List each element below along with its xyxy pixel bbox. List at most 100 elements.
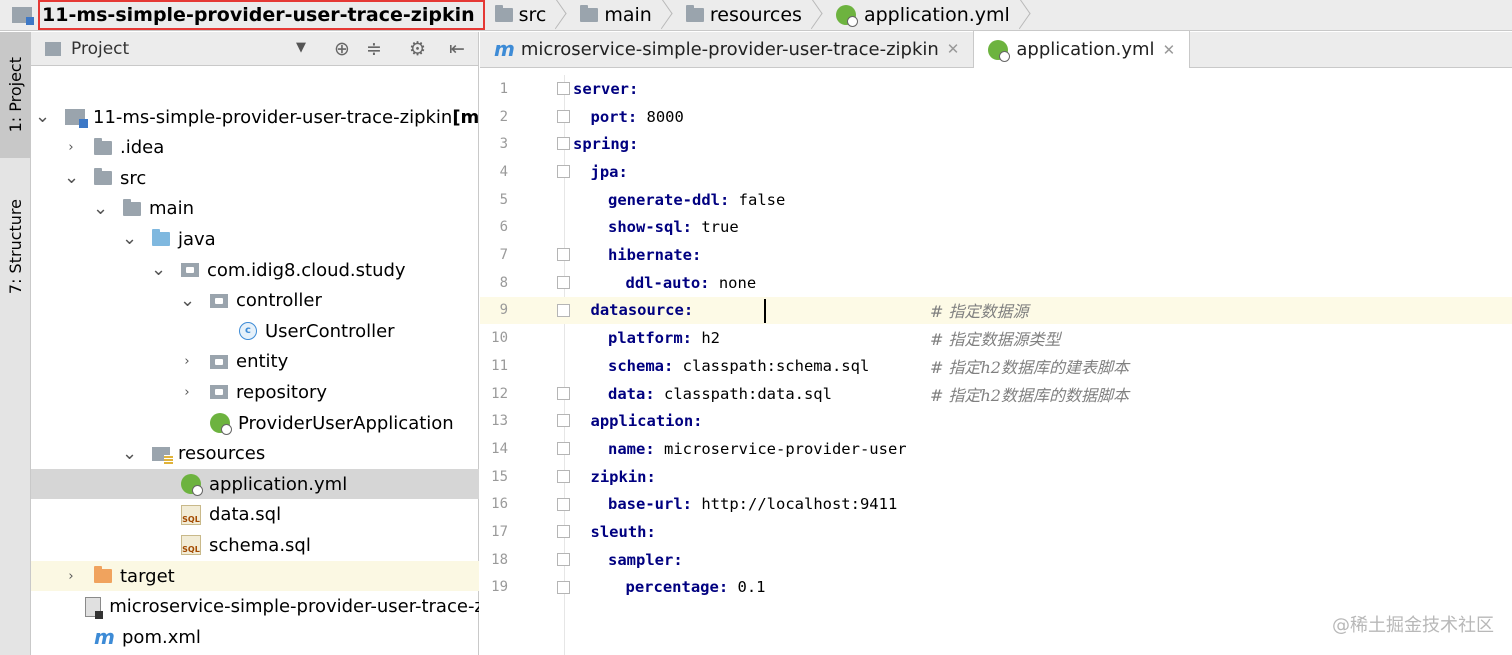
tree-item[interactable]: ⌄ java [31,224,479,254]
fold-marker-icon[interactable] [557,137,570,151]
tree-item[interactable]: ›application.yml [31,469,479,500]
tree-item[interactable]: › target [31,561,479,591]
chevron-down-icon[interactable]: ⌄ [122,230,137,248]
close-icon[interactable]: ✕ [947,40,960,58]
fold-marker-icon[interactable] [557,109,570,123]
code-line[interactable]: 1 server: [480,75,1512,103]
fold-marker-icon[interactable] [557,82,570,95]
breadcrumb-resources[interactable]: resources [676,0,826,31]
breadcrumb-main[interactable]: main [570,0,675,31]
folder-icon [94,168,112,186]
chevron-down-icon[interactable]: ⌄ [64,169,79,187]
fold-marker-icon[interactable] [557,303,570,317]
code-line[interactable]: 17 sleuth: [480,518,1512,546]
fold-marker-icon[interactable] [557,386,570,400]
code-line[interactable]: 5 generate-ddl: false [480,186,1512,214]
tree-item[interactable]: ⌄ main [31,194,479,224]
code-line[interactable]: 14 name: microservice-provider-user [480,435,1512,463]
chevron-right-icon[interactable]: › [64,140,78,155]
scroll-from-source-icon[interactable]: ⊕ [334,38,350,60]
chevron-right-icon[interactable]: › [180,354,194,369]
yaml-key: datasource: [590,301,694,320]
project-view-title[interactable]: Project [71,39,129,59]
fold-marker-icon[interactable] [557,552,570,566]
tree-item[interactable]: › repository [31,377,479,407]
chevron-down-icon[interactable]: ⌄ [180,291,195,309]
fold-marker-icon[interactable] [557,442,570,456]
tool-window-structure-tab[interactable]: 7: Structure [0,172,31,322]
line-number: 2 [499,108,508,125]
tree-item[interactable]: ›SQLdata.sql [31,500,479,530]
code-line[interactable]: 8 ddl-auto: none [480,269,1512,297]
fold-marker-icon[interactable] [557,414,570,428]
tree-item[interactable]: ⌄ 11-ms-simple-provider-user-trace-zipkin… [31,102,479,132]
yaml-key: zipkin: [590,467,656,486]
chevron-down-icon[interactable]: ⌄ [93,199,108,217]
close-icon[interactable]: ✕ [1163,41,1176,59]
fold-marker-icon[interactable] [557,165,570,179]
tree-item[interactable]: ›ProviderUserApplication [31,408,479,438]
line-number: 1 [499,80,508,97]
tab-pom[interactable]: m microservice-simple-provider-user-trac… [480,31,975,67]
breadcrumb-project-label: 11-ms-simple-provider-user-trace-zipkin [42,4,475,26]
fold-marker-icon[interactable] [557,497,570,511]
chevron-down-icon[interactable]: ⌄ [35,108,50,126]
code-line[interactable]: 10 platform: h2 # 指定数据源类型 [480,324,1512,352]
chevron-right-icon[interactable]: › [180,385,194,400]
text-caret [764,298,766,323]
tree-item[interactable]: ⌄ resources [31,439,479,469]
gear-icon[interactable]: ⚙ [409,38,426,60]
code-editor[interactable]: 1 server: 2 port: 8000 3 spring: 4 jpa: 5 generat… [480,75,1512,655]
fold-marker-icon[interactable] [557,525,570,539]
tree-item[interactable]: › entity [31,347,479,377]
code-line[interactable]: 13 application: [480,407,1512,435]
breadcrumb-application-yml[interactable]: application.yml [826,0,1034,31]
fold-marker-icon[interactable] [557,248,570,262]
tree-item[interactable]: ⌄ controller [31,286,479,316]
fold-marker-icon[interactable] [557,275,570,289]
tree-item[interactable]: ›microservice-simple-provider-user-trace… [31,592,479,622]
tree-item-label: pom.xml [122,626,201,648]
code-line[interactable]: 19 percentage: 0.1 [480,574,1512,602]
code-line[interactable]: 2 port: 8000 [480,103,1512,131]
code-line[interactable]: 12 data: classpath:data.sql # 指定h2数据库的数据脚本 [480,380,1512,408]
tree-item[interactable]: ›SQLschema.sql [31,530,479,560]
code-line[interactable]: 3 spring: [480,130,1512,158]
line-number: 19 [491,579,508,596]
code-line[interactable]: 7 hibernate: [480,241,1512,269]
tree-item[interactable]: ⌄ com.idig8.cloud.study [31,255,479,285]
code-line[interactable]: 15 zipkin: [480,463,1512,491]
yaml-comment: # 指定数据源 [930,302,1029,322]
hide-panel-icon[interactable]: ⇤ [449,38,465,60]
class-icon: c [239,322,257,341]
collapse-all-icon[interactable]: ≑ [366,38,382,60]
tree-item-label: controller [236,290,322,312]
code-line[interactable]: 11 schema: classpath:schema.sql # 指定h2数据库的… [480,352,1512,380]
tab-label: microservice-simple-provider-user-trace-… [520,38,939,60]
breadcrumb-project[interactable]: 11-ms-simple-provider-user-trace-zipkin [38,0,485,30]
tab-application-yml[interactable]: application.yml ✕ [974,31,1191,68]
tree-item-label: resources [178,443,266,465]
line-number: 15 [491,468,508,485]
fold-marker-icon[interactable] [557,469,570,483]
chevron-down-icon[interactable]: ⌄ [151,261,166,279]
chevron-down-icon[interactable]: ▼ [296,40,306,55]
tree-item[interactable]: › .idea [31,133,479,163]
chevron-right-icon[interactable]: › [64,569,78,584]
line-number: 4 [499,163,508,180]
code-line[interactable]: 6 show-sql: true [480,214,1512,242]
fold-marker-icon[interactable] [557,580,570,594]
tree-item[interactable]: ›mpom.xml [31,622,479,652]
yaml-key: sleuth: [590,523,656,542]
tree-item[interactable]: ⌄ src [31,163,479,193]
tool-window-project-tab[interactable]: 1: Project [0,32,31,158]
code-line[interactable]: 16 base-url: http://localhost:9411 [480,491,1512,519]
yaml-key: server: [573,79,639,98]
code-line[interactable]: 4 jpa: [480,158,1512,186]
code-line[interactable]: 18 sampler: [480,546,1512,574]
project-panel-header: Project ▼ ⊕ ≑ ⚙ ⇤ [31,32,478,66]
breadcrumb-src[interactable]: src [485,0,571,31]
code-line[interactable]: 9 datasource: # 指定数据源 [480,296,1512,325]
chevron-down-icon[interactable]: ⌄ [122,444,137,462]
tree-item[interactable]: ›cUserController [31,316,479,346]
